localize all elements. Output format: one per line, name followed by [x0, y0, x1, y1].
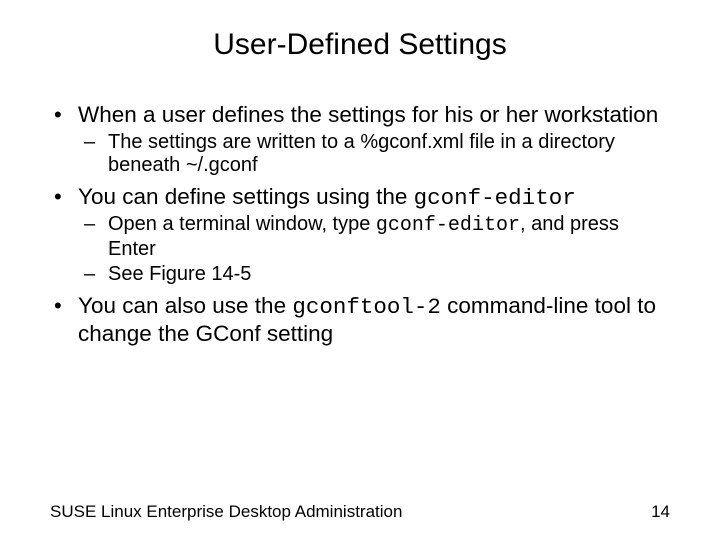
- sub-bullet-list: Open a terminal window, type gconf-edito…: [78, 213, 670, 287]
- code-text: gconftool-2: [292, 294, 441, 320]
- sub-bullet-list: The settings are written to a %gconf.xml…: [78, 131, 670, 178]
- page-number: 14: [651, 502, 670, 522]
- sub-bullet-text: The settings are written to a %gconf.xml…: [108, 131, 615, 177]
- bullet-text: When a user defines the settings for his…: [78, 102, 658, 127]
- bullet-list: When a user defines the settings for his…: [50, 102, 670, 347]
- sub-bullet-item: The settings are written to a %gconf.xml…: [78, 131, 670, 178]
- code-text: gconf-editor: [414, 185, 576, 211]
- bullet-item: When a user defines the settings for his…: [50, 102, 670, 178]
- sub-bullet-text: See Figure 14-5: [108, 263, 251, 285]
- slide: User-Defined Settings When a user define…: [0, 0, 720, 540]
- sub-bullet-item: Open a terminal window, type gconf-edito…: [78, 213, 670, 261]
- bullet-item: You can also use the gconftool-2 command…: [50, 293, 670, 347]
- footer-text: SUSE Linux Enterprise Desktop Administra…: [50, 502, 402, 522]
- slide-content: When a user defines the settings for his…: [0, 72, 720, 347]
- slide-title: User-Defined Settings: [0, 0, 720, 72]
- code-text: gconf-editor: [376, 214, 520, 237]
- sub-bullet-item: See Figure 14-5: [78, 263, 670, 287]
- bullet-text-pre: You can also use the: [78, 293, 292, 318]
- bullet-item: You can define settings using the gconf-…: [50, 184, 670, 287]
- bullet-text-pre: You can define settings using the: [78, 184, 414, 209]
- footer: SUSE Linux Enterprise Desktop Administra…: [50, 502, 670, 522]
- sub-bullet-text-pre: Open a terminal window, type: [108, 213, 376, 235]
